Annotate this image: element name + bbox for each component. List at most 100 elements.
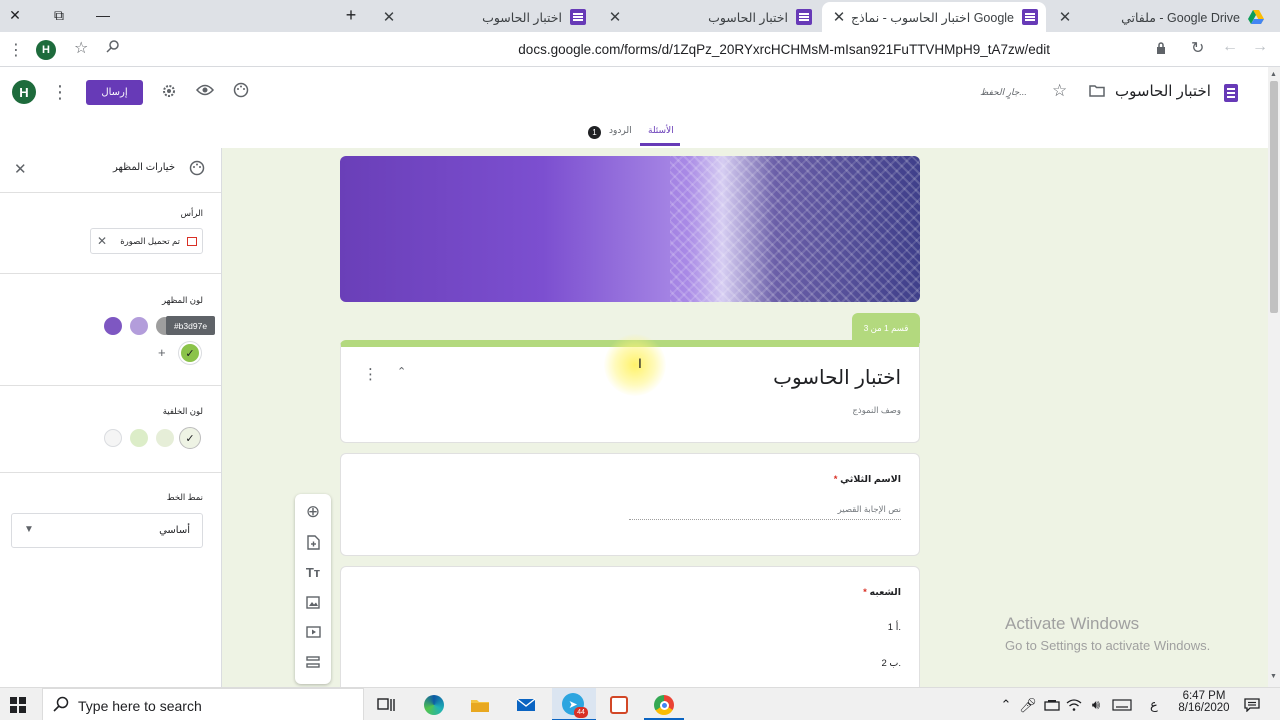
close-tab-icon[interactable]: ✕ [1056,8,1074,26]
tab-title: اختبار الحاسوب [708,10,788,25]
palette-icon [189,160,205,181]
theme-color-swatch[interactable] [130,317,148,335]
option-item[interactable]: أ 1. [888,622,901,633]
settings-gear-icon[interactable] [157,79,181,103]
reload-icon[interactable]: ↻ [1191,38,1204,58]
close-panel-icon[interactable]: ✕ [14,160,27,178]
close-tab-icon[interactable]: ✕ [606,8,624,26]
form-title[interactable]: اختبار الحاسوب [773,365,901,390]
tab-questions[interactable]: الأسئلة [648,125,674,136]
minimize-window-icon[interactable]: — [88,0,118,30]
star-icon[interactable]: ☆ [74,38,88,58]
divider [0,273,221,274]
background-color-swatch[interactable] [156,429,174,447]
taskbar-search-placeholder: Type here to search [78,698,202,714]
selected-color-check-icon[interactable]: ✓ [179,342,201,364]
add-section-icon[interactable] [301,650,325,674]
more-options-icon[interactable]: ⋮ [48,80,72,104]
theme-color-swatch[interactable] [104,317,122,335]
tab-title: اختبار الحاسوب - نماذج Google [851,10,1014,25]
vertical-scrollbar[interactable]: ▲ ▼ [1268,67,1280,687]
restore-window-icon[interactable]: ⧉ [44,0,74,30]
font-style-select[interactable]: ▼ أساسي [11,513,203,548]
color-tooltip: #b3d97e [166,316,215,335]
task-view-icon[interactable] [374,693,398,717]
panel-title: خيارات المظهر [113,162,175,173]
tab-drive[interactable]: ✕ ملفاتي - Google Drive [1048,2,1272,32]
doc-title[interactable]: اختبار الحاسوب [1115,82,1211,100]
option-item[interactable]: ب 2. [881,658,901,669]
divider [0,385,221,386]
close-tab-icon[interactable]: ✕ [830,8,848,26]
form-description[interactable]: وصف النموذج [852,405,901,416]
google-forms-icon [1224,84,1238,102]
browser-tab-strip: ✕ ⧉ — + ✕ اختبار الحاسوب ✕ اختبار الحاسو… [0,0,1280,32]
add-custom-color-icon[interactable]: + [158,345,166,360]
microphone-icon[interactable]: 🎤︎ [1016,693,1040,717]
import-questions-icon[interactable] [301,530,325,554]
input-language-indicator[interactable]: ع [1150,697,1158,713]
new-tab-icon[interactable]: + [336,0,366,30]
background-color-swatch[interactable] [130,429,148,447]
google-forms-icon [570,9,586,25]
menu-kebab-icon[interactable]: ⋮ [8,40,24,60]
remove-image-icon[interactable]: ✕ [97,234,107,248]
tab-responses[interactable]: الردود [609,125,632,136]
palette-icon[interactable] [229,78,253,102]
taskbar-clock[interactable]: 6:47 PM 8/16/2020 [1174,690,1234,714]
volume-icon[interactable]: 🔊︎ [1084,693,1108,717]
required-asterisk: * [833,474,838,485]
notifications-icon[interactable] [1240,693,1264,717]
taskbar-search-box[interactable]: Type here to search [42,688,364,720]
edge-browser-icon[interactable] [422,693,446,717]
preview-eye-icon[interactable] [193,78,217,102]
send-button[interactable]: إرسال [86,80,143,105]
file-explorer-icon[interactable] [468,693,492,717]
windows-taskbar: Type here to search ➤ 44 ⌃ 🎤︎ 🔊︎ ع 6:47 … [0,687,1280,720]
scroll-up-icon[interactable]: ▲ [1270,71,1277,78]
header-image-chip[interactable]: ✕ تم تحميل الصورة [90,228,203,254]
windows-start-icon[interactable] [6,693,30,717]
selected-background-check-icon[interactable]: ✓ [179,427,201,449]
network-icon[interactable] [1040,693,1064,717]
close-tab-icon[interactable]: ✕ [380,8,398,26]
add-title-icon[interactable]: Tт [301,560,325,584]
wifi-icon[interactable] [1062,693,1086,717]
question-card[interactable]: الاسم الثلاثي * نص الإجابة القصير [340,453,920,556]
keyboard-icon[interactable] [1110,693,1134,717]
telegram-app-button[interactable]: ➤ 44 [552,688,596,720]
tab-forms-2[interactable]: ✕ اختبار الحاسوب [598,2,820,32]
tab-forms-3[interactable]: ✕ اختبار الحاسوب [372,2,594,32]
floating-toolbar: ⊕ Tт [295,494,331,684]
chrome-icon[interactable] [652,693,676,717]
add-image-icon[interactable] [301,590,325,614]
show-hidden-icons-icon[interactable]: ⌃ [994,693,1018,717]
tab-indicator [640,143,680,146]
header-label: الرأس [180,208,203,218]
avatar[interactable]: H [12,80,36,104]
star-icon[interactable]: ☆ [1052,81,1067,101]
forward-arrow-icon[interactable]: → [1252,38,1268,56]
back-arrow-icon[interactable]: ← [1222,38,1238,56]
scrollbar-thumb[interactable] [1270,81,1278,313]
url-field[interactable]: docs.google.com/forms/d/1ZqPz_20RYxrcHCH… [100,36,1180,63]
scroll-down-icon[interactable]: ▼ [1270,673,1277,680]
header-image [340,156,920,302]
question-card[interactable]: الشعبه * أ 1. ب 2. [340,566,920,687]
more-options-icon[interactable]: ⋮ [363,365,378,383]
add-question-icon[interactable]: ⊕ [301,500,325,524]
google-forms-icon [1022,9,1038,25]
collapse-section-icon[interactable]: ⌃ [397,365,406,378]
cursor-highlight [604,334,666,396]
question-title: الشعبه * [863,587,901,598]
short-answer-placeholder: نص الإجابة القصير [629,504,901,520]
snowflake-texture [670,156,920,302]
close-window-icon[interactable]: ✕ [0,0,30,30]
mail-icon[interactable] [514,693,538,717]
avatar[interactable]: H [36,40,56,60]
tab-forms-active[interactable]: ✕ اختبار الحاسوب - نماذج Google [822,2,1046,32]
powerpoint-icon[interactable] [607,693,631,717]
add-video-icon[interactable] [301,620,325,644]
background-color-swatch[interactable] [104,429,122,447]
folder-icon[interactable] [1089,84,1105,102]
